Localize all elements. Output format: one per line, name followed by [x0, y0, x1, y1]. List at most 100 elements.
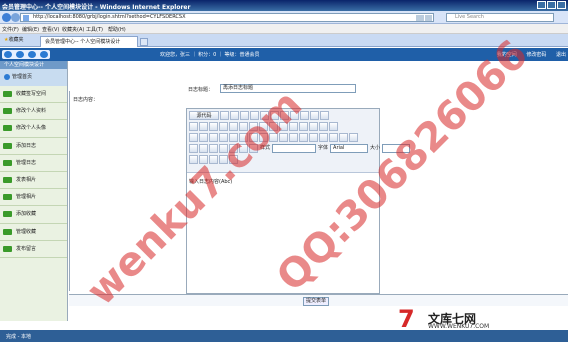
remove-format-icon[interactable]	[239, 122, 248, 131]
rule-icon[interactable]	[219, 144, 228, 153]
sidebar-item-edit-profile[interactable]: 修改个人资料	[0, 103, 67, 121]
anchor-icon[interactable]	[349, 133, 358, 142]
show-blocks-icon[interactable]	[219, 155, 228, 164]
preview-icon[interactable]	[240, 111, 249, 120]
window-titlebar: 会员管理中心-- 个人空间模块设计 - Windows Internet Exp…	[0, 0, 568, 11]
sidebar-item-add-favorite[interactable]: 添加收藏	[0, 206, 67, 224]
sidebar-item-edit-avatar[interactable]: 修改个人头像	[0, 120, 67, 138]
menu-file[interactable]: 文件(F)	[2, 26, 19, 33]
hidden-field-icon[interactable]	[329, 122, 338, 131]
strike-icon[interactable]	[219, 133, 228, 142]
submit-row: 提交表单	[69, 294, 568, 306]
style-select[interactable]	[272, 144, 317, 153]
superscript-icon[interactable]	[239, 133, 248, 142]
menu-favorites[interactable]: 收藏夹(A)	[62, 26, 84, 33]
forward-icon[interactable]	[11, 13, 20, 22]
favorites-button[interactable]: ★收藏夹	[4, 36, 24, 43]
site-logo	[2, 50, 50, 59]
image-button-icon[interactable]	[319, 122, 328, 131]
link-logout[interactable]: 退出	[556, 52, 566, 58]
cut-icon[interactable]	[260, 111, 269, 120]
sidebar-item-add-log[interactable]: 添加日志	[0, 138, 67, 155]
smiley-icon[interactable]	[229, 144, 238, 153]
button-icon[interactable]	[309, 122, 318, 131]
back-icon[interactable]	[2, 13, 11, 22]
form-icon[interactable]	[249, 122, 258, 131]
undo-icon[interactable]	[189, 122, 198, 131]
redo-icon[interactable]	[199, 122, 208, 131]
paste-word-icon[interactable]	[300, 111, 309, 120]
leaf-icon	[3, 211, 12, 218]
minimize-button[interactable]	[537, 1, 546, 9]
sidebar-header: 个人空间模块设计	[0, 61, 67, 69]
bg-color-icon[interactable]	[199, 155, 208, 164]
radio-icon[interactable]	[269, 122, 278, 131]
link-my-space[interactable]: 我的空间	[497, 52, 517, 58]
sidebar-item-manage-favorite[interactable]: 管理收藏	[0, 224, 67, 241]
textfield-icon[interactable]	[279, 122, 288, 131]
indent-icon[interactable]	[279, 133, 288, 142]
sidebar-item-post-photo[interactable]: 发表相片	[0, 172, 67, 190]
align-center-icon[interactable]	[299, 133, 308, 142]
paste-icon[interactable]	[280, 111, 289, 120]
menu-view[interactable]: 查看(V)	[42, 26, 59, 33]
refresh-stop-icons[interactable]	[416, 15, 432, 21]
link-icon[interactable]	[329, 133, 338, 142]
title-input[interactable]: 再添日志标题	[220, 84, 356, 93]
about-icon[interactable]	[229, 155, 238, 164]
textarea-icon[interactable]	[289, 122, 298, 131]
text-color-icon[interactable]	[189, 155, 198, 164]
align-left-icon[interactable]	[289, 133, 298, 142]
replace-icon[interactable]	[219, 122, 228, 131]
sidebar-item-post-message[interactable]: 发布留言	[0, 241, 67, 258]
justify-icon[interactable]	[319, 133, 328, 142]
select-icon[interactable]	[299, 122, 308, 131]
search-input[interactable]: Live Search	[446, 13, 554, 22]
status-bar: 完成 - 本地	[0, 330, 568, 342]
new-page-icon[interactable]	[230, 111, 239, 120]
align-right-icon[interactable]	[309, 133, 318, 142]
new-tab-button[interactable]	[140, 38, 148, 46]
editor-body[interactable]: 输入日志内容(Abc)	[189, 178, 232, 185]
menu-help[interactable]: 帮助(H)	[108, 26, 126, 33]
find-icon[interactable]	[209, 122, 218, 131]
menu-edit[interactable]: 编辑(E)	[22, 26, 39, 33]
template-icon[interactable]	[250, 111, 259, 120]
underline-icon[interactable]	[209, 133, 218, 142]
checkbox-icon[interactable]	[259, 122, 268, 131]
save-icon[interactable]	[220, 111, 229, 120]
select-all-icon[interactable]	[229, 122, 238, 131]
link-change-password[interactable]: 修改密码	[526, 52, 546, 58]
font-select[interactable]: Arial	[330, 144, 369, 153]
menu-tools[interactable]: 工具(T)	[86, 26, 103, 33]
close-button[interactable]	[557, 1, 566, 9]
sidebar-home[interactable]: 管理首页	[0, 69, 67, 86]
sidebar-item-space-settings[interactable]: 收藏签写空间	[0, 86, 67, 104]
copy-icon[interactable]	[270, 111, 279, 120]
outdent-icon[interactable]	[269, 133, 278, 142]
spellcheck-icon[interactable]	[320, 111, 329, 120]
flash-icon[interactable]	[199, 144, 208, 153]
maximize-icon[interactable]	[209, 155, 218, 164]
table-icon[interactable]	[209, 144, 218, 153]
page-break-icon[interactable]	[249, 144, 258, 153]
tab-active[interactable]: 会员管理中心-- 个人空间模块设计	[40, 36, 138, 47]
size-select[interactable]	[382, 144, 411, 153]
image-icon[interactable]	[189, 144, 198, 153]
address-bar[interactable]: http://localhost:8080/grbj/login.shtml?s…	[20, 13, 434, 22]
submit-button[interactable]: 提交表单	[303, 297, 329, 306]
italic-icon[interactable]	[199, 133, 208, 142]
bold-icon[interactable]	[189, 133, 198, 142]
paste-text-icon[interactable]	[290, 111, 299, 120]
sidebar-item-manage-log[interactable]: 管理日志	[0, 155, 67, 172]
maximize-button[interactable]	[547, 1, 556, 9]
site-header: 欢迎您，张三 ｜ 积分：0 ｜ 等级：普通会员 我的空间 修改密码 退出	[0, 48, 568, 61]
unlink-icon[interactable]	[339, 133, 348, 142]
ordered-list-icon[interactable]	[249, 133, 258, 142]
special-char-icon[interactable]	[239, 144, 248, 153]
source-button[interactable]: 源代码	[189, 111, 219, 120]
unordered-list-icon[interactable]	[259, 133, 268, 142]
print-icon[interactable]	[310, 111, 319, 120]
subscript-icon[interactable]	[229, 133, 238, 142]
sidebar-item-manage-photo[interactable]: 管理相片	[0, 189, 67, 207]
